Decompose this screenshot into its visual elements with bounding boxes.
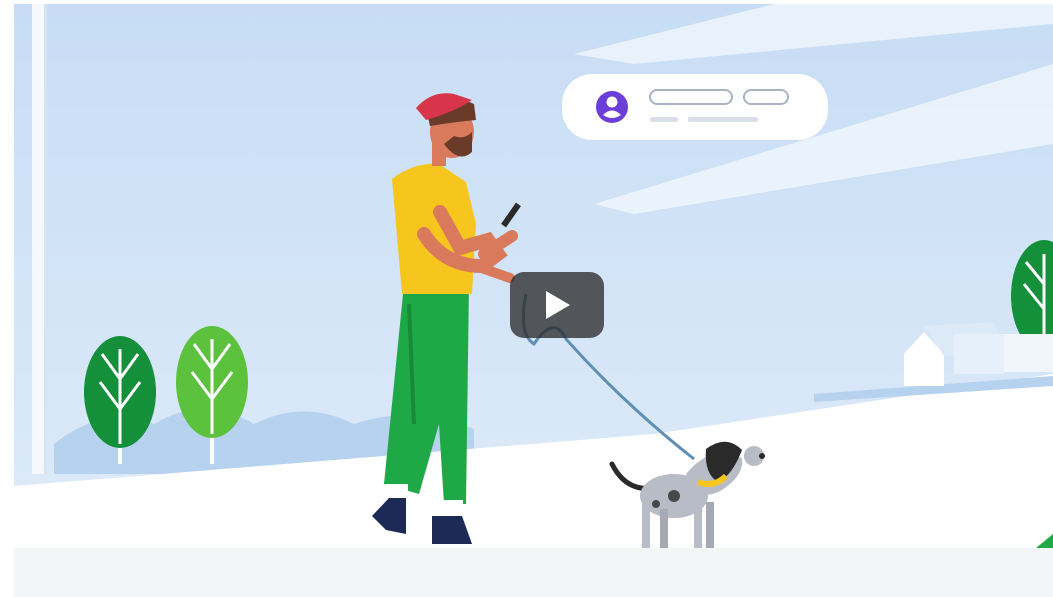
notification-card [562,74,828,140]
play-icon [546,291,570,319]
lamp-pole [32,4,46,474]
placeholder-line [650,117,678,122]
lamp-pole-shadow [44,4,47,474]
placeholder-line [688,117,758,122]
video-thumbnail[interactable] [14,4,1053,548]
bottom-strip [14,548,1053,597]
play-button[interactable] [510,272,604,338]
video-embed[interactable] [0,0,1053,597]
user-avatar-icon [596,91,628,123]
